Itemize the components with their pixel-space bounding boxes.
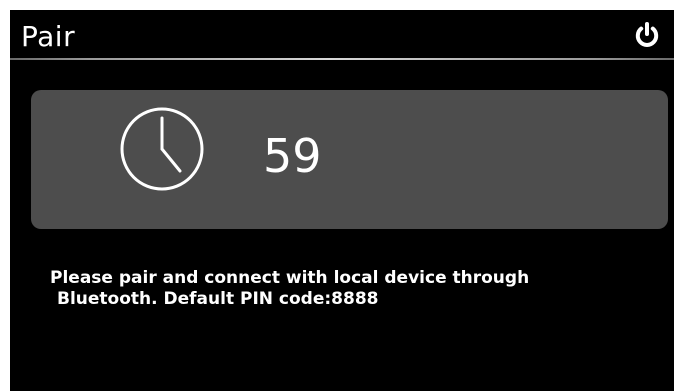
countdown-panel: 59	[31, 90, 668, 229]
power-button[interactable]	[634, 21, 660, 49]
page-title: Pair	[21, 20, 76, 53]
pairing-instructions: Please pair and connect with local devic…	[50, 268, 650, 310]
instructions-line-1: Please pair and connect with local devic…	[50, 268, 530, 288]
instructions-line-2: Bluetooth. Default PIN code:8888	[57, 289, 379, 309]
clock-icon	[118, 105, 206, 193]
title-divider	[10, 58, 674, 60]
title-bar: Pair	[10, 10, 674, 64]
power-icon	[634, 21, 660, 49]
pair-screen: Pair 59 Please pair and connect with loc…	[10, 10, 674, 391]
countdown-seconds: 59	[263, 129, 322, 183]
